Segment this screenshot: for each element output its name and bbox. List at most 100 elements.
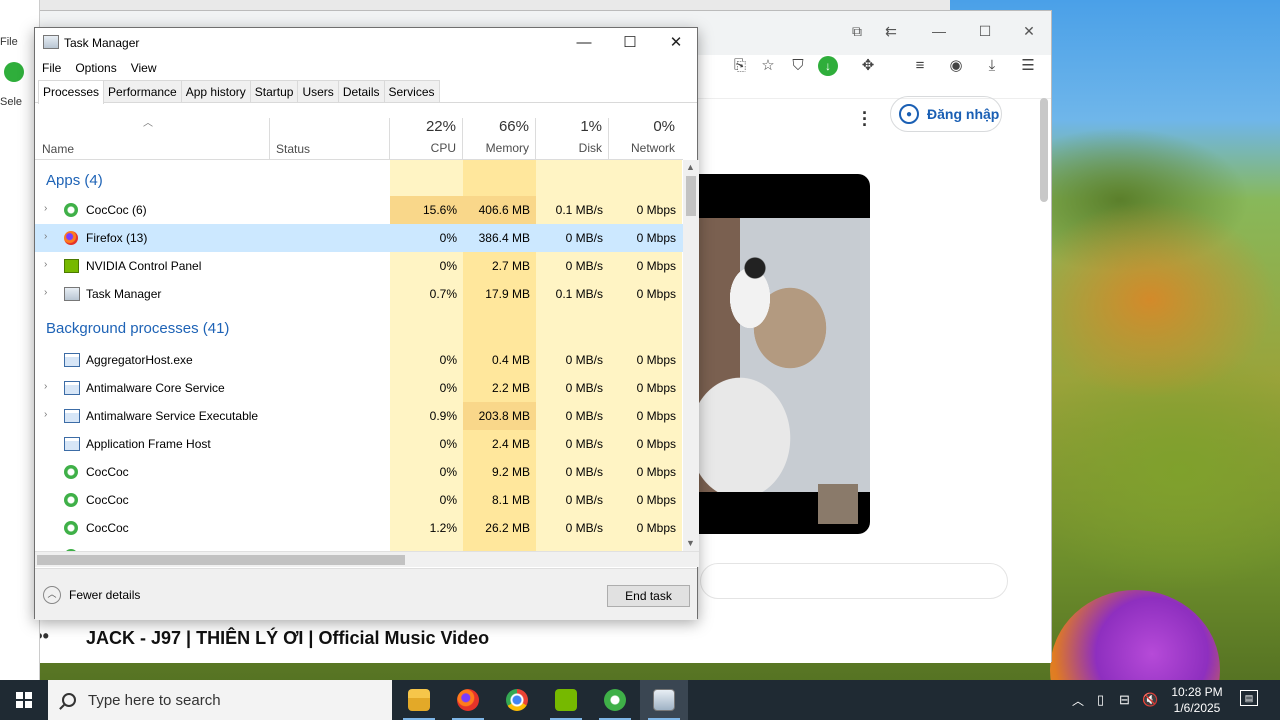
menu-options[interactable]: Options — [68, 58, 123, 78]
download-badge-icon[interactable]: ↓ — [818, 56, 838, 76]
windows-logo-icon — [16, 692, 32, 708]
system-clock[interactable]: 10:28 PM 1/6/2025 — [1166, 684, 1228, 716]
process-name: Antimalware Core Service — [86, 381, 225, 395]
scrollbar-thumb[interactable] — [686, 176, 696, 216]
maximize-button[interactable]: ☐ — [975, 23, 995, 40]
process-cpu: 0% — [439, 353, 457, 367]
firefox-icon — [457, 689, 479, 711]
notifications-icon[interactable]: ▤ — [1240, 690, 1258, 706]
browser-scrollbar[interactable] — [1040, 98, 1048, 202]
cpu-label: CPU — [430, 141, 456, 155]
extensions-icon[interactable]: ✥ — [858, 56, 878, 76]
process-memory: 8.1 MB — [463, 486, 536, 514]
show-hidden-icons-chevron-icon[interactable]: ︿ — [1072, 680, 1084, 720]
menu-file[interactable]: File — [35, 58, 68, 78]
process-row[interactable]: › CocCoc (6) 15.6% 406.6 MB 0.1 MB/s 0 Mbps — [35, 196, 683, 224]
process-row[interactable]: › Antimalware Service Executable 0.9% 203.8… — [35, 402, 683, 430]
volume-muted-icon[interactable]: 🔇 — [1142, 680, 1158, 720]
tab-users[interactable]: Users — [297, 80, 339, 102]
process-name: CocCoc — [86, 521, 129, 535]
usb-icon[interactable]: ▯ — [1097, 680, 1104, 720]
process-row[interactable]: CocCoc 0% 8.1 MB 0 MB/s 0 Mbps — [35, 486, 683, 514]
process-row[interactable]: CocCoc 1.2% 26.2 MB 0 MB/s 0 Mbps — [35, 514, 683, 542]
profile-icon[interactable]: ◉ — [946, 56, 966, 76]
search-icon — [62, 693, 76, 707]
close-button[interactable]: ✕ — [653, 32, 699, 54]
end-task-button[interactable]: End task — [607, 585, 690, 607]
column-divider[interactable] — [535, 118, 536, 160]
expand-chevron-icon[interactable]: › — [44, 381, 47, 392]
column-divider[interactable] — [389, 118, 390, 160]
coccoc-taskbar-button[interactable] — [591, 680, 639, 720]
start-button[interactable] — [0, 680, 48, 720]
column-divider[interactable] — [269, 118, 270, 160]
chrome-taskbar-button[interactable] — [493, 680, 541, 720]
tab-startup[interactable]: Startup — [249, 80, 299, 102]
process-network: 0 Mbps — [636, 409, 676, 423]
memory-label: Memory — [485, 141, 529, 155]
task-manager-taskbar-button[interactable] — [640, 680, 688, 720]
column-divider[interactable] — [608, 118, 609, 160]
tab-performance[interactable]: Performance — [103, 80, 182, 102]
process-list-scrollbar[interactable]: ▲ ▼ — [683, 160, 699, 551]
menu-view[interactable]: View — [124, 58, 164, 78]
minimize-button[interactable]: — — [561, 32, 607, 54]
tab-details[interactable]: Details — [337, 80, 385, 102]
minimize-button[interactable]: — — [929, 23, 949, 39]
process-row[interactable]: › Antimalware Core Service 0% 2.2 MB 0 MB/s 0… — [35, 374, 683, 402]
tab-search-icon[interactable]: ⧉ — [847, 23, 867, 40]
task-manager-app-icon — [43, 35, 59, 49]
expand-chevron-icon[interactable]: › — [44, 203, 47, 214]
process-row[interactable]: Application Frame Host 0% 2.4 MB 0 MB/s 0 Mb… — [35, 430, 683, 458]
expand-chevron-icon[interactable]: › — [44, 287, 47, 298]
taskbar-search-box[interactable]: Type here to search — [48, 680, 392, 720]
file-menu[interactable]: File — [0, 36, 18, 48]
back-arrow-icon[interactable]: ⇇ — [881, 23, 901, 40]
network-icon[interactable]: ⊟ — [1119, 680, 1130, 720]
nvidia-icon — [555, 689, 577, 711]
horizontal-scrollbar-thumb[interactable] — [37, 555, 405, 565]
expand-chevron-icon[interactable]: › — [44, 231, 47, 242]
menu-icon[interactable]: ☰ — [1018, 56, 1038, 76]
apps-group-header: Apps (4) — [46, 172, 103, 189]
playlist-icon[interactable]: ≡ — [910, 56, 930, 76]
expand-chevron-icon[interactable]: › — [44, 409, 47, 420]
process-cpu: 0.9% — [429, 409, 457, 423]
expand-chevron-icon[interactable]: › — [44, 259, 47, 270]
tab-app-history[interactable]: App history — [180, 80, 251, 102]
column-status[interactable]: Status — [276, 142, 310, 156]
firefox-icon — [64, 231, 78, 245]
tab-processes[interactable]: Processes — [38, 80, 105, 104]
process-row[interactable]: › NVIDIA Control Panel 0% 2.7 MB 0 MB/s 0 Mbp… — [35, 252, 683, 280]
fewer-details-button[interactable]: ︿ Fewer details — [43, 586, 140, 604]
column-divider[interactable] — [462, 118, 463, 160]
maximize-button[interactable]: ☐ — [607, 32, 653, 54]
more-options-icon[interactable]: · · · — [862, 104, 868, 134]
nvidia-taskbar-button[interactable] — [542, 680, 590, 720]
scroll-down-icon[interactable]: ▼ — [686, 538, 695, 548]
login-button[interactable]: ● Đăng nhập — [890, 96, 1002, 132]
scroll-up-icon[interactable]: ▲ — [686, 162, 695, 172]
process-row[interactable]: › Firefox (13) 0% 386.4 MB 0 MB/s 0 Mbps — [35, 224, 683, 252]
back-button-icon[interactable] — [4, 62, 24, 82]
process-row[interactable]: CocCoc 0% 9.2 MB 0 MB/s 0 Mbps — [35, 458, 683, 486]
firefox-taskbar-button[interactable] — [444, 680, 492, 720]
process-row[interactable]: AggregatorHost.exe 0% 0.4 MB 0 MB/s 0 Mbps — [35, 346, 683, 374]
install-icon[interactable]: ⎘ — [730, 56, 750, 76]
task-manager-titlebar[interactable]: Task Manager — ☐ ✕ — [35, 28, 697, 58]
process-row[interactable]: › Task Manager 0.7% 17.9 MB 0.1 MB/s 0 Mbps — [35, 280, 683, 308]
downloads-icon[interactable]: ⤓ — [982, 56, 1002, 76]
channel-thumbnail[interactable] — [818, 484, 858, 524]
horizontal-scrollbar[interactable] — [35, 551, 699, 567]
process-memory: 386.4 MB — [478, 231, 530, 245]
file-explorer-taskbar-button[interactable] — [395, 680, 443, 720]
process-row[interactable] — [35, 542, 683, 551]
close-button[interactable]: ✕ — [1019, 23, 1039, 40]
process-cpu: 15.6% — [390, 196, 463, 224]
bookmark-star-icon[interactable]: ☆ — [758, 56, 778, 76]
column-name[interactable]: Name — [42, 142, 74, 156]
tab-services[interactable]: Services — [383, 80, 440, 102]
video-player[interactable] — [680, 174, 870, 534]
shield-icon[interactable]: ⛉ — [788, 56, 808, 76]
comment-input[interactable] — [700, 563, 1008, 599]
